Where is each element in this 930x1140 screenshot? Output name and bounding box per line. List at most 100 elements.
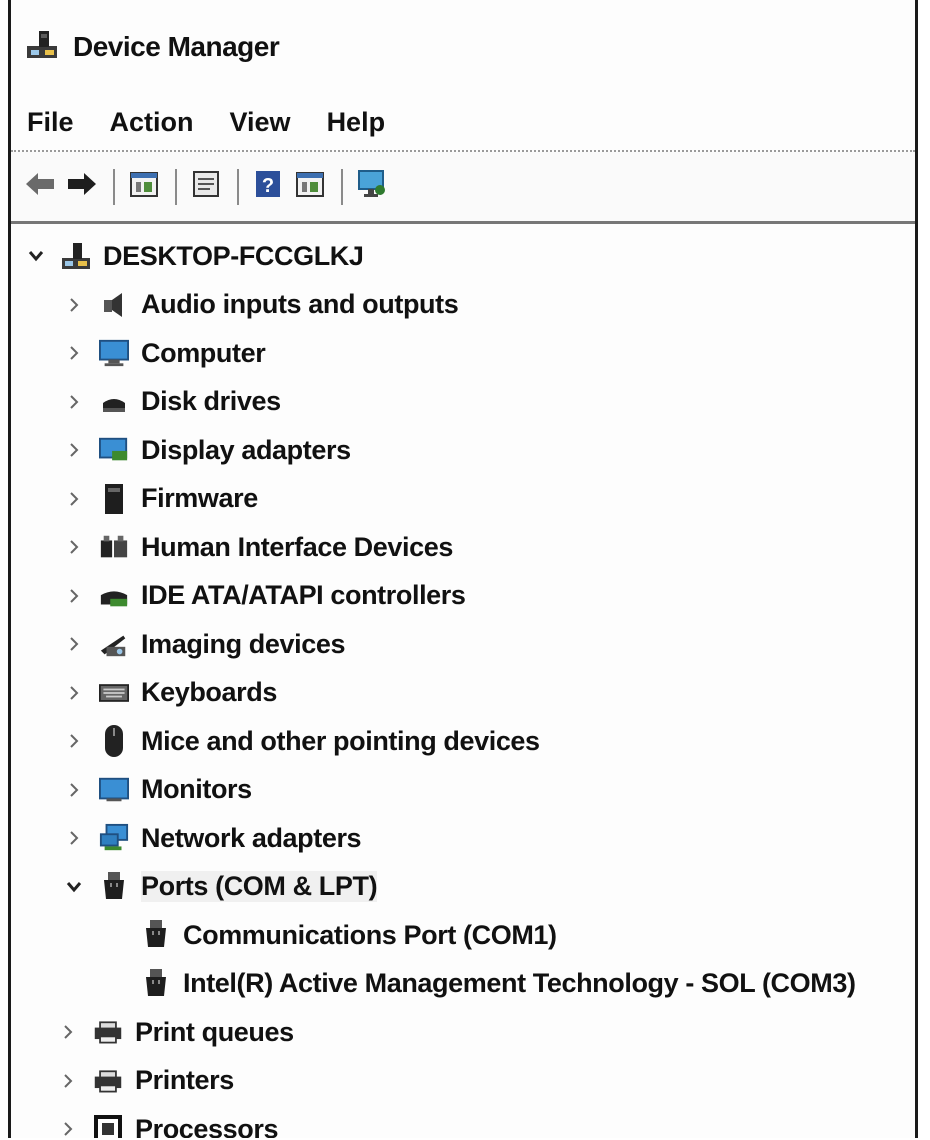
port-icon <box>141 920 171 950</box>
chevron-down-icon[interactable] <box>25 245 47 267</box>
device-manager-icon <box>25 28 59 67</box>
forward-arrow-icon <box>66 171 98 202</box>
menu-file[interactable]: File <box>27 107 74 138</box>
tree-item-disk-drives[interactable]: Disk drives <box>11 378 915 427</box>
tree-item-label: Human Interface Devices <box>141 531 453 562</box>
tree-item-mice[interactable]: Mice and other pointing devices <box>11 717 915 766</box>
tree-item-ports[interactable]: Ports (COM & LPT) <box>11 863 915 912</box>
help-button[interactable]: ? <box>251 170 285 204</box>
tree-item-label: Firmware <box>141 483 258 514</box>
speaker-icon <box>99 290 129 320</box>
back-arrow-icon <box>24 171 56 202</box>
details-icon <box>191 169 221 204</box>
chevron-right-icon[interactable] <box>63 585 85 607</box>
tree-item-processors[interactable]: Processors <box>11 1105 915 1138</box>
tree-item-display-adapters[interactable]: Display adapters <box>11 426 915 475</box>
properties-icon <box>129 169 159 204</box>
tree-item-label: Display adapters <box>141 434 351 465</box>
tree-child-com3[interactable]: Intel(R) Active Management Technology - … <box>11 960 915 1009</box>
ide-controller-icon <box>99 581 129 611</box>
tree-item-label: Processors <box>135 1113 279 1138</box>
toolbar-separator <box>175 168 177 205</box>
tree-item-label: Print queues <box>135 1016 294 1047</box>
computer-root-icon <box>61 241 91 271</box>
window-title: Device Manager <box>73 31 280 62</box>
tree-item-label: Imaging devices <box>141 628 346 659</box>
mouse-icon <box>99 725 129 758</box>
device-tree: DESKTOP-FCCGLKJ Audio inputs and outputs… <box>11 224 915 1138</box>
chevron-right-icon[interactable] <box>63 779 85 801</box>
processor-icon <box>93 1114 123 1138</box>
update-driver-button[interactable] <box>293 170 327 204</box>
back-button[interactable] <box>23 170 57 204</box>
chevron-right-icon[interactable] <box>63 730 85 752</box>
tree-child-com1[interactable]: Communications Port (COM1) <box>11 911 915 960</box>
tree-item-network[interactable]: Network adapters <box>11 814 915 863</box>
hid-icon <box>99 532 129 562</box>
tree-item-printers[interactable]: Printers <box>11 1057 915 1106</box>
tree-item-label: Computer <box>141 337 266 368</box>
monitor-icon <box>99 775 129 805</box>
details-button[interactable] <box>189 170 223 204</box>
scan-hardware-button[interactable] <box>355 170 389 204</box>
forward-button[interactable] <box>65 170 99 204</box>
tree-child-label: Communications Port (COM1) <box>183 919 557 950</box>
chevron-down-icon[interactable] <box>63 876 85 898</box>
menu-help[interactable]: Help <box>327 107 386 138</box>
tree-child-label: Intel(R) Active Management Technology - … <box>183 968 856 999</box>
tree-item-label: Audio inputs and outputs <box>141 289 459 320</box>
chevron-right-icon[interactable] <box>63 391 85 413</box>
chevron-right-icon[interactable] <box>63 633 85 655</box>
title-bar: Device Manager <box>11 0 915 94</box>
port-icon <box>99 871 129 902</box>
chevron-right-icon[interactable] <box>63 536 85 558</box>
printer-icon <box>93 1017 123 1047</box>
toolbar: ? <box>11 152 915 224</box>
toolbar-separator <box>341 168 343 205</box>
menu-view[interactable]: View <box>230 107 291 138</box>
toolbar-separator <box>237 168 239 205</box>
chevron-right-icon[interactable] <box>57 1021 79 1043</box>
tree-root-label: DESKTOP-FCCGLKJ <box>103 240 364 271</box>
chevron-right-icon[interactable] <box>63 439 85 461</box>
tree-item-firmware[interactable]: Firmware <box>11 475 915 524</box>
disk-drive-icon <box>99 387 129 417</box>
chevron-right-icon[interactable] <box>63 294 85 316</box>
update-driver-icon <box>295 169 325 204</box>
printer-icon <box>93 1066 123 1096</box>
chevron-right-icon[interactable] <box>63 827 85 849</box>
chevron-right-icon[interactable] <box>63 682 85 704</box>
display-adapter-icon <box>99 435 129 465</box>
tree-item-audio[interactable]: Audio inputs and outputs <box>11 281 915 330</box>
scan-hardware-icon <box>356 168 388 205</box>
chevron-right-icon[interactable] <box>57 1118 79 1138</box>
tree-item-label: Network adapters <box>141 822 362 853</box>
menu-bar: File Action View Help <box>11 94 915 152</box>
chevron-right-icon[interactable] <box>63 342 85 364</box>
tree-item-print-queues[interactable]: Print queues <box>11 1008 915 1057</box>
port-icon <box>141 968 171 999</box>
tree-item-label: Keyboards <box>141 677 277 708</box>
tree-root[interactable]: DESKTOP-FCCGLKJ <box>11 232 915 281</box>
svg-text:?: ? <box>262 175 274 197</box>
tree-item-label: Mice and other pointing devices <box>141 725 540 756</box>
device-manager-window: Device Manager File Action View Help ? D… <box>8 0 918 1138</box>
chevron-right-icon[interactable] <box>63 488 85 510</box>
chevron-right-icon[interactable] <box>57 1070 79 1092</box>
tree-item-label: Printers <box>135 1065 234 1096</box>
keyboard-icon <box>99 678 129 708</box>
tree-item-keyboards[interactable]: Keyboards <box>11 669 915 718</box>
tree-item-label: IDE ATA/ATAPI controllers <box>141 580 466 611</box>
tree-item-label: Ports (COM & LPT) <box>141 871 378 903</box>
tree-item-hid[interactable]: Human Interface Devices <box>11 523 915 572</box>
tree-item-label: Monitors <box>141 774 252 805</box>
tree-item-monitors[interactable]: Monitors <box>11 766 915 815</box>
tree-item-ide-ata[interactable]: IDE ATA/ATAPI controllers <box>11 572 915 621</box>
help-icon: ? <box>254 169 282 204</box>
tree-item-imaging[interactable]: Imaging devices <box>11 620 915 669</box>
properties-button[interactable] <box>127 170 161 204</box>
tree-item-label: Disk drives <box>141 386 281 417</box>
monitor-icon <box>99 338 129 368</box>
tree-item-computer[interactable]: Computer <box>11 329 915 378</box>
menu-action[interactable]: Action <box>110 107 194 138</box>
